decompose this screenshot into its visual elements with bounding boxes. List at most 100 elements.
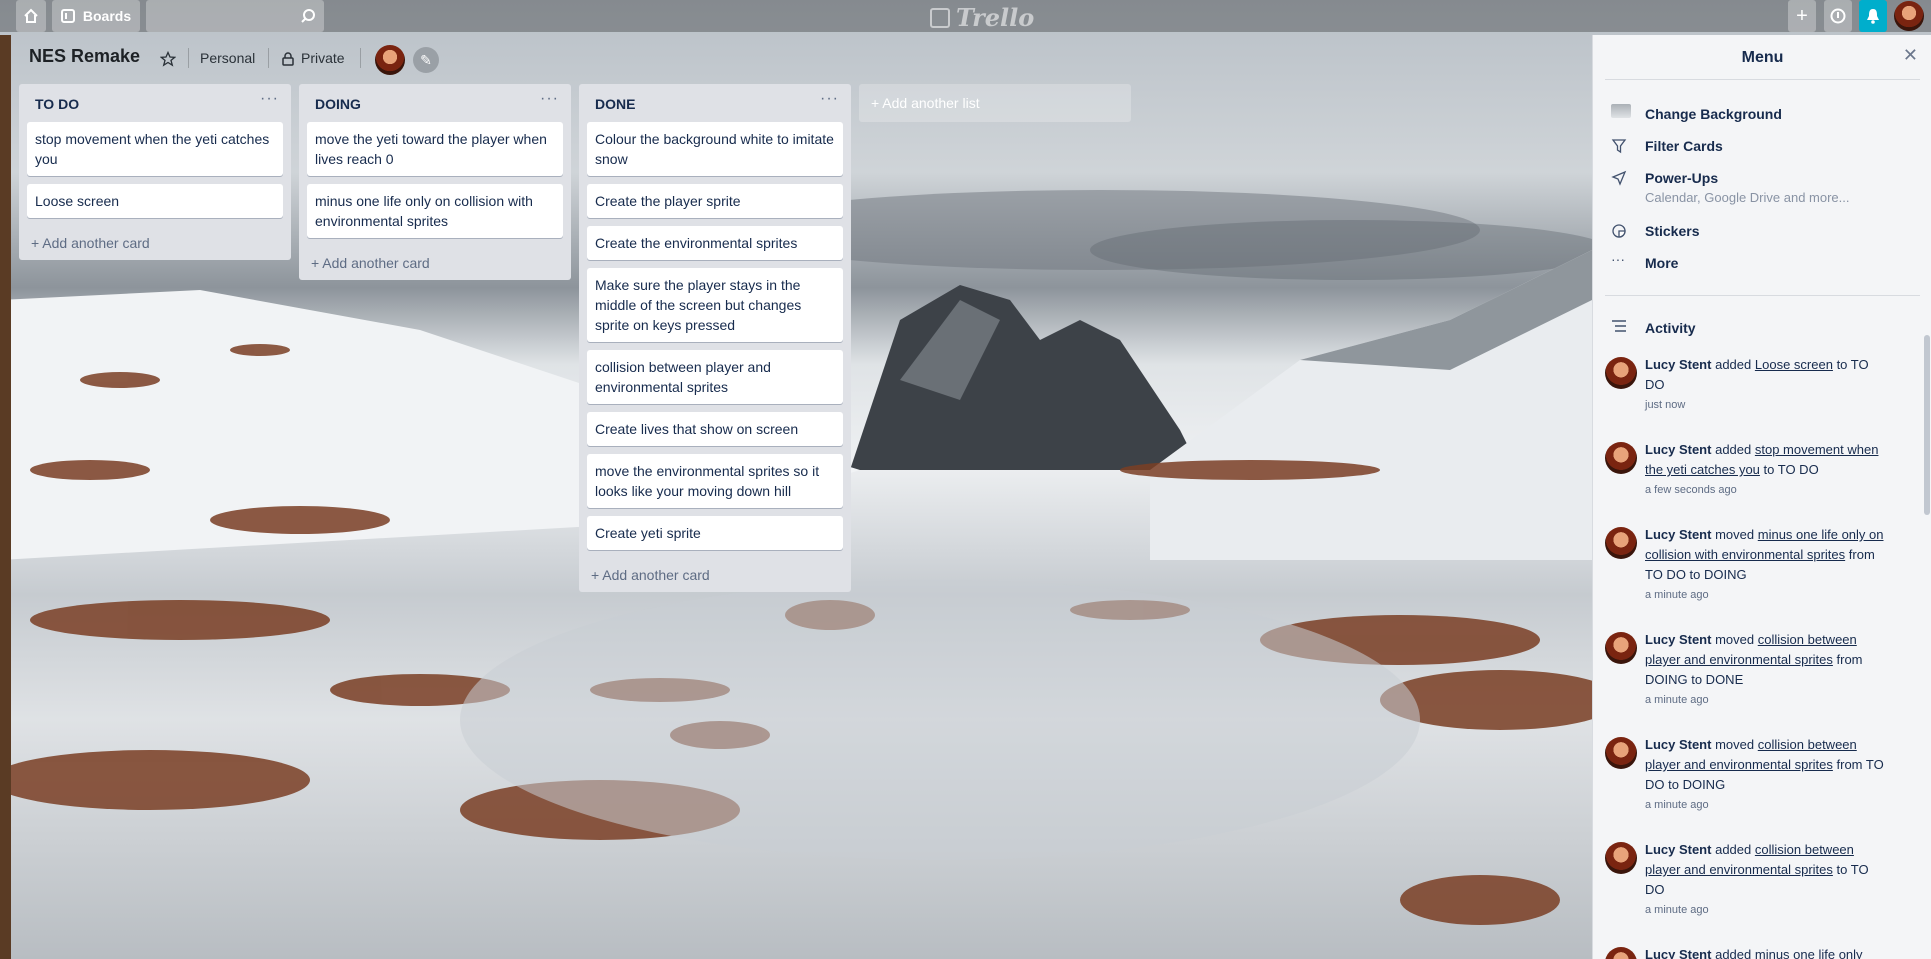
left-edge-strip bbox=[0, 35, 11, 959]
trello-logo-icon bbox=[930, 7, 950, 28]
activity-avatar[interactable] bbox=[1605, 442, 1637, 474]
list-doing: DOING ··· move the yeti toward the playe… bbox=[299, 84, 571, 280]
divider bbox=[1605, 79, 1920, 80]
list-menu-icon[interactable]: ··· bbox=[260, 90, 279, 108]
user-avatar[interactable] bbox=[1894, 1, 1924, 31]
card[interactable]: Colour the background white to imitate s… bbox=[587, 122, 843, 176]
list-title[interactable]: DONE bbox=[595, 96, 635, 112]
activity-user[interactable]: Lucy Stent bbox=[1645, 527, 1711, 542]
card[interactable]: Create the environmental sprites bbox=[587, 226, 843, 260]
activity-avatar[interactable] bbox=[1605, 842, 1637, 874]
card[interactable]: move the environmental sprites so it loo… bbox=[587, 454, 843, 508]
filter-icon bbox=[1611, 139, 1627, 154]
activity-avatar[interactable] bbox=[1605, 737, 1637, 769]
card[interactable]: move the yeti toward the player when liv… bbox=[307, 122, 563, 176]
activity-verb: added bbox=[1715, 357, 1752, 372]
header-separator bbox=[188, 48, 189, 68]
list-menu-icon[interactable]: ··· bbox=[820, 90, 839, 108]
card[interactable]: Make sure the player stays in the middle… bbox=[587, 268, 843, 342]
create-button[interactable]: + bbox=[1788, 0, 1816, 32]
add-card-label: Add another card bbox=[322, 255, 430, 271]
rocket-icon bbox=[1611, 170, 1627, 186]
activity-card-link[interactable]: Loose screen bbox=[1755, 357, 1833, 372]
invite-member-button[interactable]: ✎ bbox=[413, 47, 439, 73]
menu-item-sublabel: Calendar, Google Drive and more... bbox=[1645, 190, 1850, 205]
list-done: DONE ··· Colour the background white to … bbox=[579, 84, 851, 592]
card[interactable]: Loose screen bbox=[27, 184, 283, 218]
info-button[interactable] bbox=[1824, 0, 1852, 32]
add-card-button[interactable]: + Add another card bbox=[579, 558, 851, 592]
star-icon[interactable] bbox=[160, 51, 176, 67]
bell-icon bbox=[1867, 9, 1879, 24]
search-input[interactable] bbox=[146, 0, 324, 32]
activity-user[interactable]: Lucy Stent bbox=[1645, 357, 1711, 372]
header-separator bbox=[360, 48, 361, 68]
list-title[interactable]: DOING bbox=[315, 96, 361, 112]
member-avatar[interactable] bbox=[375, 45, 405, 75]
plus-icon: + bbox=[1796, 4, 1808, 27]
card[interactable]: stop movement when the yeti catches you bbox=[27, 122, 283, 176]
activity-user[interactable]: Lucy Stent bbox=[1645, 632, 1711, 647]
top-bar: Boards Trello + bbox=[0, 0, 1931, 32]
background-thumbnail-icon bbox=[1611, 104, 1631, 118]
notifications-button[interactable] bbox=[1859, 0, 1887, 32]
add-card-button[interactable]: + Add another card bbox=[19, 226, 291, 260]
visibility-button[interactable]: Private bbox=[301, 50, 345, 66]
activity-verb: added bbox=[1715, 947, 1752, 959]
list-menu-icon[interactable]: ··· bbox=[540, 90, 559, 108]
trello-logo-text: Trello bbox=[956, 3, 1035, 32]
activity-verb: moved bbox=[1715, 632, 1755, 647]
activity-card-link[interactable]: minus one life only bbox=[1755, 947, 1863, 959]
activity-time[interactable]: a minute ago bbox=[1645, 796, 1890, 814]
activity-user[interactable]: Lucy Stent bbox=[1645, 737, 1711, 752]
activity-heading: Activity bbox=[1645, 320, 1696, 336]
activity-user[interactable]: Lucy Stent bbox=[1645, 842, 1711, 857]
plus-icon: + bbox=[31, 235, 43, 251]
activity-avatar[interactable] bbox=[1605, 947, 1637, 959]
add-list-label: Add another list bbox=[882, 95, 980, 111]
activity-verb: added bbox=[1715, 442, 1752, 457]
menu-item-label: Stickers bbox=[1645, 223, 1700, 239]
plus-icon: + bbox=[311, 255, 323, 271]
card[interactable]: Create the player sprite bbox=[587, 184, 843, 218]
add-list-button[interactable]: + Add another list bbox=[859, 84, 1131, 122]
close-icon[interactable]: ✕ bbox=[1903, 45, 1918, 66]
list-todo: TO DO ··· stop movement when the yeti ca… bbox=[19, 84, 291, 260]
menu-item-label: Change Background bbox=[1645, 106, 1782, 122]
activity-time[interactable]: a minute ago bbox=[1645, 691, 1890, 709]
lock-icon bbox=[282, 52, 294, 66]
activity-time[interactable]: a minute ago bbox=[1645, 901, 1890, 919]
trello-logo[interactable]: Trello bbox=[930, 3, 1034, 32]
card[interactable]: Create yeti sprite bbox=[587, 516, 843, 550]
team-button[interactable]: Personal bbox=[200, 50, 255, 66]
menu-scrollbar[interactable] bbox=[1924, 335, 1930, 515]
add-card-button[interactable]: + Add another card bbox=[299, 246, 571, 280]
info-icon bbox=[1830, 8, 1846, 24]
ellipsis-icon: ··· bbox=[1611, 251, 1625, 267]
list-header: TO DO ··· bbox=[19, 84, 291, 122]
activity-avatar[interactable] bbox=[1605, 527, 1637, 559]
activity-time[interactable]: a minute ago bbox=[1645, 586, 1890, 604]
activity-time[interactable]: just now bbox=[1645, 396, 1890, 414]
activity-avatar[interactable] bbox=[1605, 357, 1637, 389]
list-title[interactable]: TO DO bbox=[35, 96, 79, 112]
search-icon[interactable] bbox=[300, 8, 316, 24]
card[interactable]: minus one life only on collision with en… bbox=[307, 184, 563, 238]
activity-time[interactable]: a few seconds ago bbox=[1645, 481, 1890, 499]
menu-item-label: Power-Ups bbox=[1645, 170, 1719, 186]
board-title[interactable]: NES Remake bbox=[29, 46, 140, 67]
sticker-icon bbox=[1612, 224, 1626, 238]
boards-label: Boards bbox=[82, 8, 132, 24]
activity-avatar[interactable] bbox=[1605, 632, 1637, 664]
menu-item-label: More bbox=[1645, 255, 1679, 271]
card[interactable]: collision between player and environment… bbox=[587, 350, 843, 404]
home-button[interactable] bbox=[16, 0, 46, 32]
plus-icon: + bbox=[591, 567, 603, 583]
activity-user[interactable]: Lucy Stent bbox=[1645, 947, 1711, 959]
activity-verb: moved bbox=[1715, 527, 1755, 542]
activity-user[interactable]: Lucy Stent bbox=[1645, 442, 1711, 457]
boards-button[interactable]: Boards bbox=[52, 0, 140, 32]
activity-verb: added bbox=[1715, 842, 1752, 857]
home-icon bbox=[24, 8, 38, 23]
card[interactable]: Create lives that show on screen bbox=[587, 412, 843, 446]
